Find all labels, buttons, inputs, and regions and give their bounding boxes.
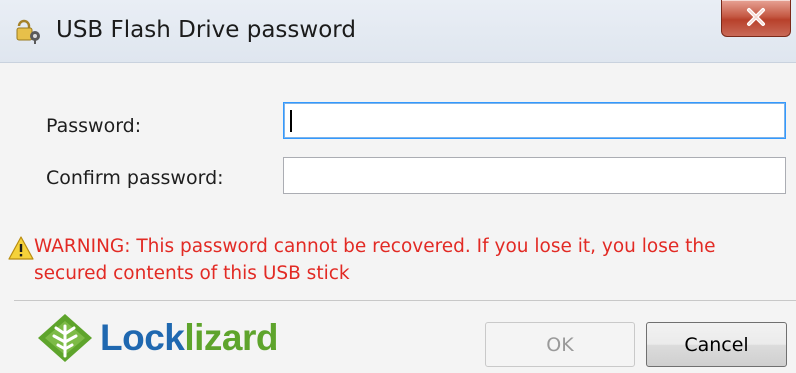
warning-message: WARNING: This password cannot be recover… [34,236,716,284]
title-bar[interactable]: USB Flash Drive password [0,0,796,63]
password-label: Password: [46,115,142,137]
warning-triangle-icon [8,236,34,260]
confirm-password-input[interactable] [283,157,786,194]
confirm-password-label: Confirm password: [46,167,224,189]
locklizard-wordmark: Locklizard [100,317,278,359]
lock-key-icon [14,16,42,44]
text-caret [290,110,292,132]
password-dialog: USB Flash Drive password Password: Confi… [0,0,796,373]
locklizard-logo-icon [38,314,92,362]
logo-text-lizard: lizard [184,317,278,358]
ok-button[interactable]: OK [485,322,635,367]
divider [14,300,796,301]
window-title: USB Flash Drive password [56,17,356,43]
logo-text-lock: Lock [100,317,185,358]
close-icon [747,8,765,26]
password-input[interactable] [283,102,786,139]
close-button[interactable] [721,0,791,37]
cancel-button[interactable]: Cancel [646,322,787,367]
